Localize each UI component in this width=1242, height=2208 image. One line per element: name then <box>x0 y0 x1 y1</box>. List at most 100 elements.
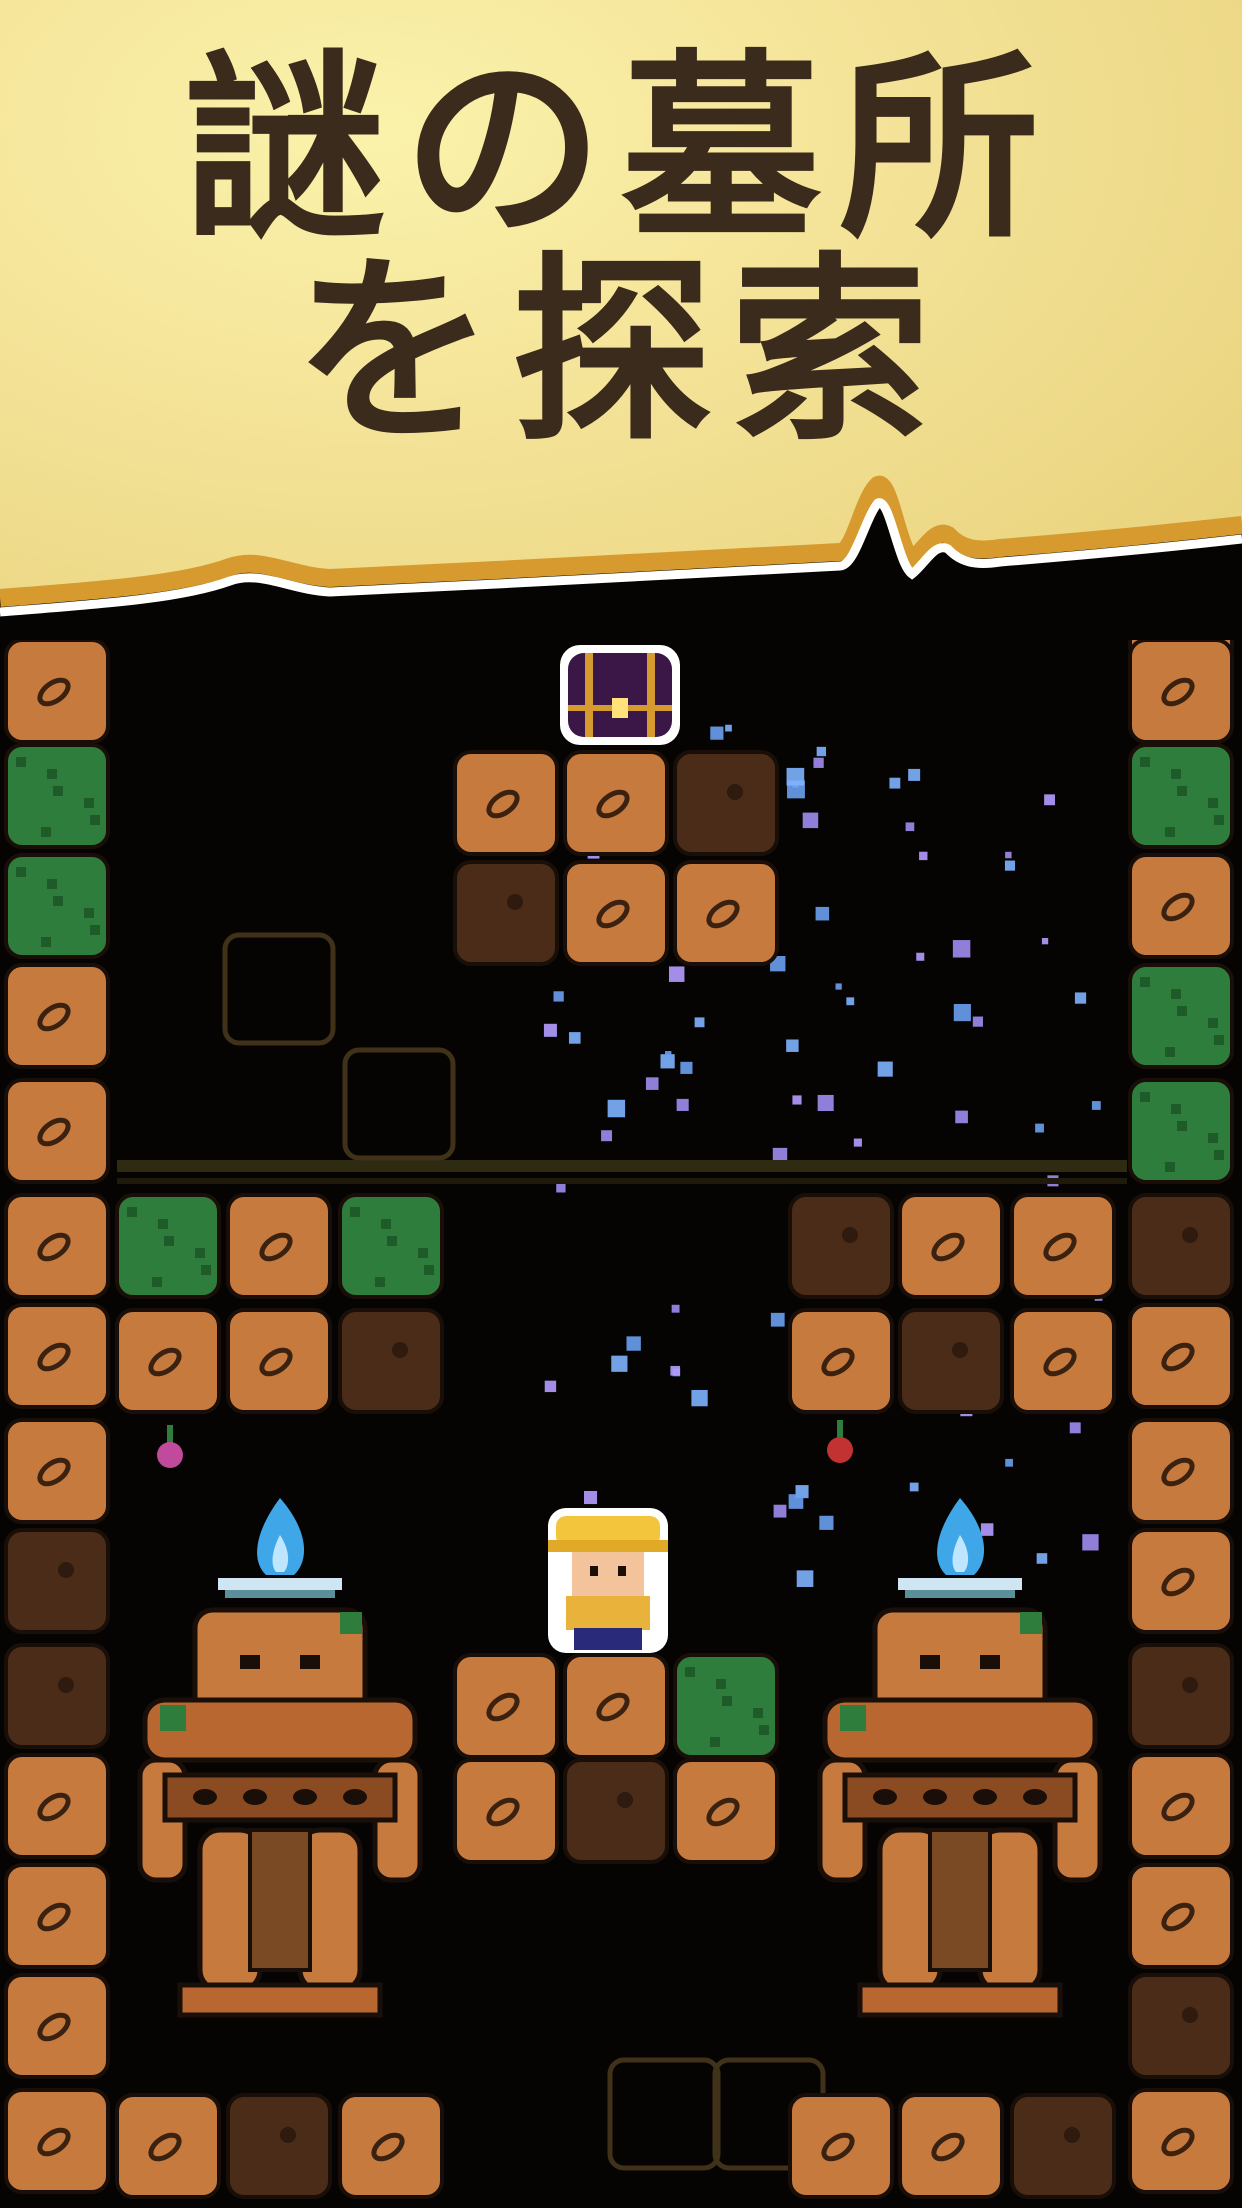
belt-ornament <box>243 1789 267 1805</box>
dirt-block <box>898 2093 1004 2199</box>
dirt-block <box>563 860 669 966</box>
explorer-character-icon[interactable] <box>548 1508 668 1653</box>
dirt-block <box>4 1753 110 1859</box>
statue-base <box>857 1982 1063 2018</box>
title-banner: 謎の墓所 を探索 <box>0 0 1242 640</box>
stone-ledge <box>117 1160 1127 1184</box>
dirt-block <box>1128 1973 1234 2079</box>
brazier-rim <box>905 1590 1015 1598</box>
sparkle <box>773 1504 787 1518</box>
sparkle <box>568 1032 581 1044</box>
dirt-block <box>4 1078 110 1184</box>
sparkle <box>786 1039 799 1052</box>
dirt-block <box>1128 2088 1234 2194</box>
dirt-block <box>226 1308 332 1414</box>
dirt-block <box>226 1193 332 1299</box>
statue-eye <box>920 1655 940 1669</box>
dirt-block <box>1128 1643 1234 1749</box>
brazier-plate <box>218 1578 342 1590</box>
dirt-block <box>4 1973 110 2079</box>
sparkle <box>671 1304 680 1313</box>
dirt-block <box>898 1193 1004 1299</box>
sparkle <box>668 966 685 982</box>
dirt-block <box>1010 1193 1116 1299</box>
dirt-block <box>453 750 559 856</box>
belt-ornament <box>343 1789 367 1805</box>
dirt-block <box>4 1303 110 1409</box>
sparkle <box>796 1570 814 1587</box>
moss-block <box>1128 963 1234 1069</box>
dirt-block <box>788 1308 894 1414</box>
berry <box>827 1437 853 1463</box>
player-pants <box>574 1628 642 1650</box>
dirt-block <box>1128 853 1234 959</box>
sparkle <box>665 1051 672 1058</box>
moss-block <box>338 1193 444 1299</box>
player-eye <box>618 1566 626 1576</box>
player-face <box>572 1552 644 1596</box>
dirt-block <box>338 2093 444 2199</box>
title-line-2: を探索 <box>293 236 948 469</box>
dirt-block <box>563 1653 669 1759</box>
sparkle <box>676 1098 689 1111</box>
sparkle <box>770 1312 785 1327</box>
sparkle <box>919 851 928 861</box>
dirt-block <box>453 860 559 966</box>
belt-ornament <box>193 1789 217 1805</box>
stone-guardian-statue-icon <box>817 1498 1103 2018</box>
dirt-block <box>1010 1308 1116 1414</box>
sparkle <box>1074 992 1087 1004</box>
sparkle <box>916 952 925 961</box>
statue-eye <box>980 1655 1000 1669</box>
chest-body <box>568 653 672 737</box>
sparkle <box>817 1094 834 1112</box>
sparkle <box>816 746 827 757</box>
player-shirt <box>566 1596 650 1630</box>
dirt-block <box>115 1308 221 1414</box>
belt-ornament <box>923 1789 947 1805</box>
dirt-block <box>788 1193 894 1299</box>
sparkle <box>905 822 915 832</box>
sparkle <box>955 1110 968 1124</box>
moss-block <box>1128 743 1234 849</box>
statue-moss <box>160 1705 186 1731</box>
dirt-block <box>338 1308 444 1414</box>
dirt-block <box>453 1758 559 1864</box>
stone-guardian-statue-icon <box>137 1498 423 2018</box>
sparkle <box>1082 1534 1099 1551</box>
sparkle <box>725 724 732 732</box>
dirt-block <box>226 2093 332 2199</box>
faded-block <box>222 932 336 1046</box>
dirt-block <box>4 1193 110 1299</box>
chest-strap <box>585 653 593 737</box>
dirt-block <box>788 2093 894 2199</box>
sparkle <box>908 768 921 781</box>
sparkle <box>815 906 830 921</box>
sparkle <box>813 757 824 768</box>
sparkle <box>691 1389 708 1407</box>
hanging-berry-icon <box>157 1425 183 1468</box>
sparkle <box>1041 938 1049 945</box>
statue-moss <box>840 1705 866 1731</box>
belt-ornament <box>293 1789 317 1805</box>
dirt-block <box>563 1758 669 1864</box>
sparkle <box>544 1380 557 1393</box>
title-line-1: 謎の墓所 <box>184 33 1057 266</box>
dirt-block <box>673 750 779 856</box>
dirt-block <box>4 1863 110 1969</box>
sparkle <box>1036 1553 1048 1564</box>
sparkle <box>645 1077 659 1090</box>
dirt-block <box>1128 1303 1234 1409</box>
treasure-chest-icon[interactable] <box>560 645 680 745</box>
sparkle <box>786 767 805 786</box>
berry <box>157 1442 183 1468</box>
sparkle <box>802 812 819 829</box>
faded-block <box>342 1047 456 1161</box>
sparkle <box>877 1061 893 1077</box>
sparkle <box>819 1515 834 1530</box>
sparkle <box>889 777 901 789</box>
dirt-block <box>1010 2093 1116 2199</box>
dirt-block <box>1128 1193 1234 1299</box>
sparkle <box>972 1016 983 1027</box>
player-eye <box>590 1566 598 1576</box>
